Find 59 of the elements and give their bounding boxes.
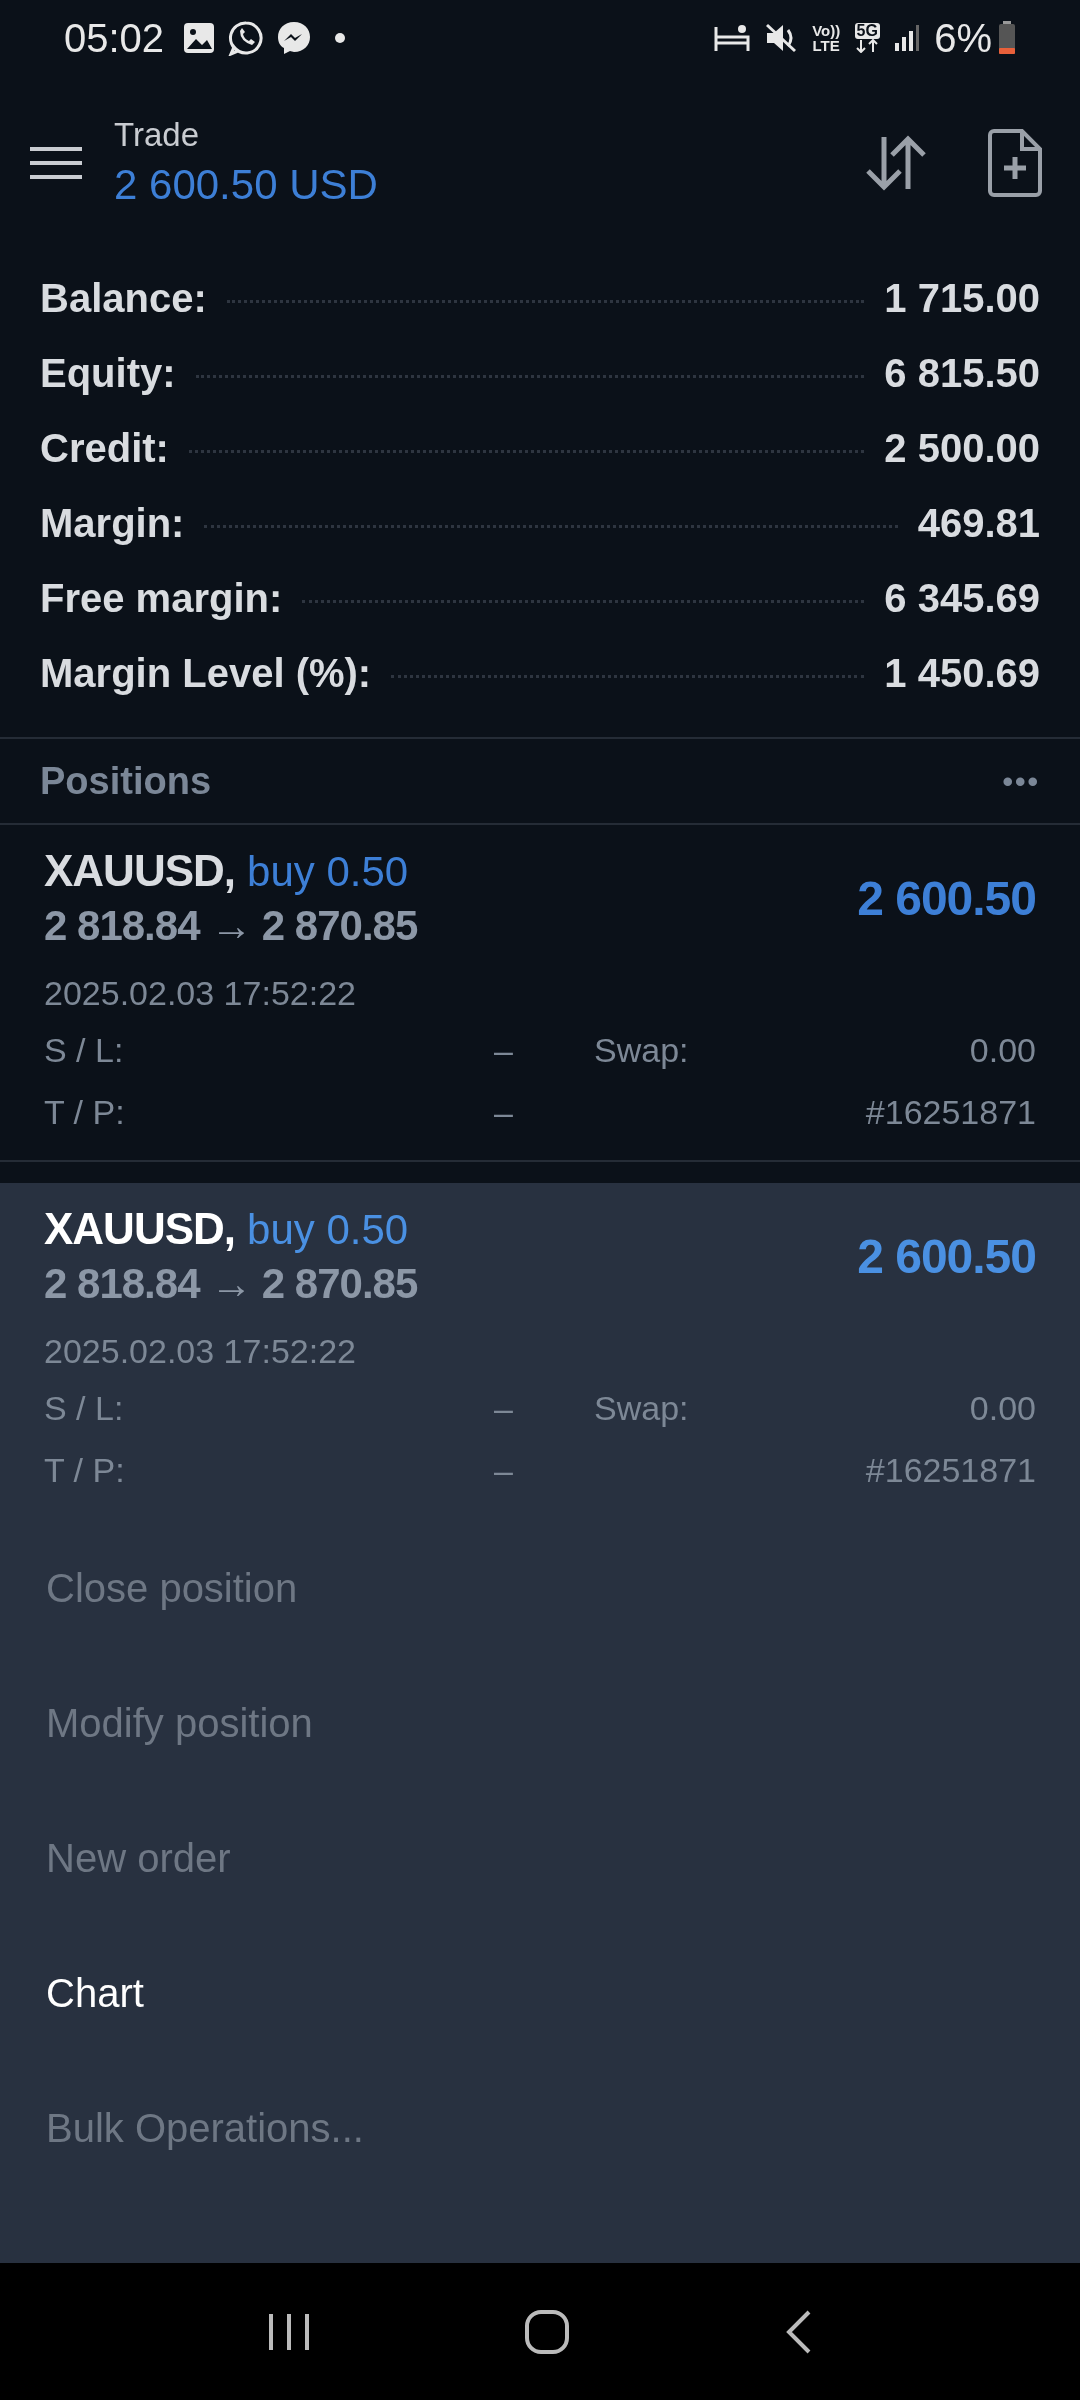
swap-value: 0.00 [969, 1387, 1036, 1429]
home-icon[interactable] [524, 2308, 570, 2355]
position-symbol: XAUUSD, [44, 1203, 236, 1255]
battery-icon [998, 20, 1016, 55]
sl-value: – [494, 1029, 514, 1071]
mute-icon [764, 21, 799, 54]
section-title: Positions [40, 758, 212, 804]
position-time: 2025.02.03 17:52:22 [44, 1330, 357, 1372]
tp-value: – [494, 1091, 514, 1133]
account-value: 6 345.69 [884, 574, 1040, 622]
account-value: 2 500.00 [884, 424, 1040, 472]
network-badge: 5G [854, 22, 880, 39]
sl-value: – [494, 1387, 514, 1429]
account-label: Margin: [40, 499, 185, 547]
account-label: Credit: [40, 424, 169, 472]
ticket-number: #16251871 [865, 1449, 1036, 1491]
more-button[interactable]: ••• [1002, 758, 1040, 804]
swap-label: Swap: [594, 1029, 689, 1071]
position-card[interactable]: XAUUSD, buy 0.50 2 818.84 → 2 870.85 2 600.50 2025.02.03 17:52:22 S / L: – Swap: 0.00 T / P: – #16251871 [0, 1183, 1080, 1520]
signal-icon [894, 22, 921, 53]
position-side: buy 0.50 [247, 846, 409, 897]
position-time: 2025.02.03 17:52:22 [44, 972, 357, 1014]
tp-value: – [494, 1449, 514, 1491]
bed-icon [714, 22, 751, 53]
account-value: 1 450.69 [884, 649, 1040, 697]
recents-icon[interactable] [266, 2311, 311, 2352]
account-value: 6 815.50 [884, 349, 1040, 397]
account-value: 1 715.00 [884, 274, 1040, 322]
sl-label: S / L: [44, 1029, 125, 1071]
position-prices: 2 818.84 → 2 870.85 [44, 1258, 418, 1309]
tp-label: T / P: [44, 1449, 126, 1491]
account-amount: 2 600.50 USD [114, 159, 378, 210]
position-side: buy 0.50 [247, 1204, 409, 1255]
clock: 05:02 [64, 17, 165, 58]
account-label: Equity: [40, 349, 176, 397]
sl-label: S / L: [44, 1387, 125, 1429]
position-prices: 2 818.84 → 2 870.85 [44, 900, 418, 951]
account-label: Free margin: [40, 574, 283, 622]
position-symbol: XAUUSD, [44, 845, 236, 897]
dot-icon [334, 31, 347, 44]
swap-label: Swap: [594, 1387, 689, 1429]
battery-text: 6% [934, 17, 992, 58]
position-profit: 2 600.50 [857, 871, 1036, 927]
position-row[interactable]: XAUUSD, buy 0.50 2 818.84 → 2 870.85 2 600.50 2025.02.03 17:52:22 S / L: – Swap: 0.00 T / P: – #16251871 [0, 825, 1080, 1162]
screen-title: Trade [114, 114, 200, 155]
add-document-icon[interactable] [988, 128, 1042, 197]
account-label: Balance: [40, 274, 207, 322]
menu-item[interactable]: Chart [0, 1925, 1080, 2060]
position-profit: 2 600.50 [857, 1229, 1036, 1285]
account-value: 469.81 [917, 499, 1040, 547]
ticket-number: #16251871 [865, 1091, 1036, 1133]
tp-label: T / P: [44, 1091, 126, 1133]
gallery-icon [182, 20, 217, 55]
volte-text: Vo)) [812, 22, 841, 38]
phone-chat-icon [228, 19, 265, 56]
swap-value: 0.00 [969, 1029, 1036, 1071]
menu-icon[interactable] [30, 144, 82, 181]
account-label: Margin Level (%): [40, 649, 372, 697]
chat-bubble-icon [276, 19, 313, 56]
